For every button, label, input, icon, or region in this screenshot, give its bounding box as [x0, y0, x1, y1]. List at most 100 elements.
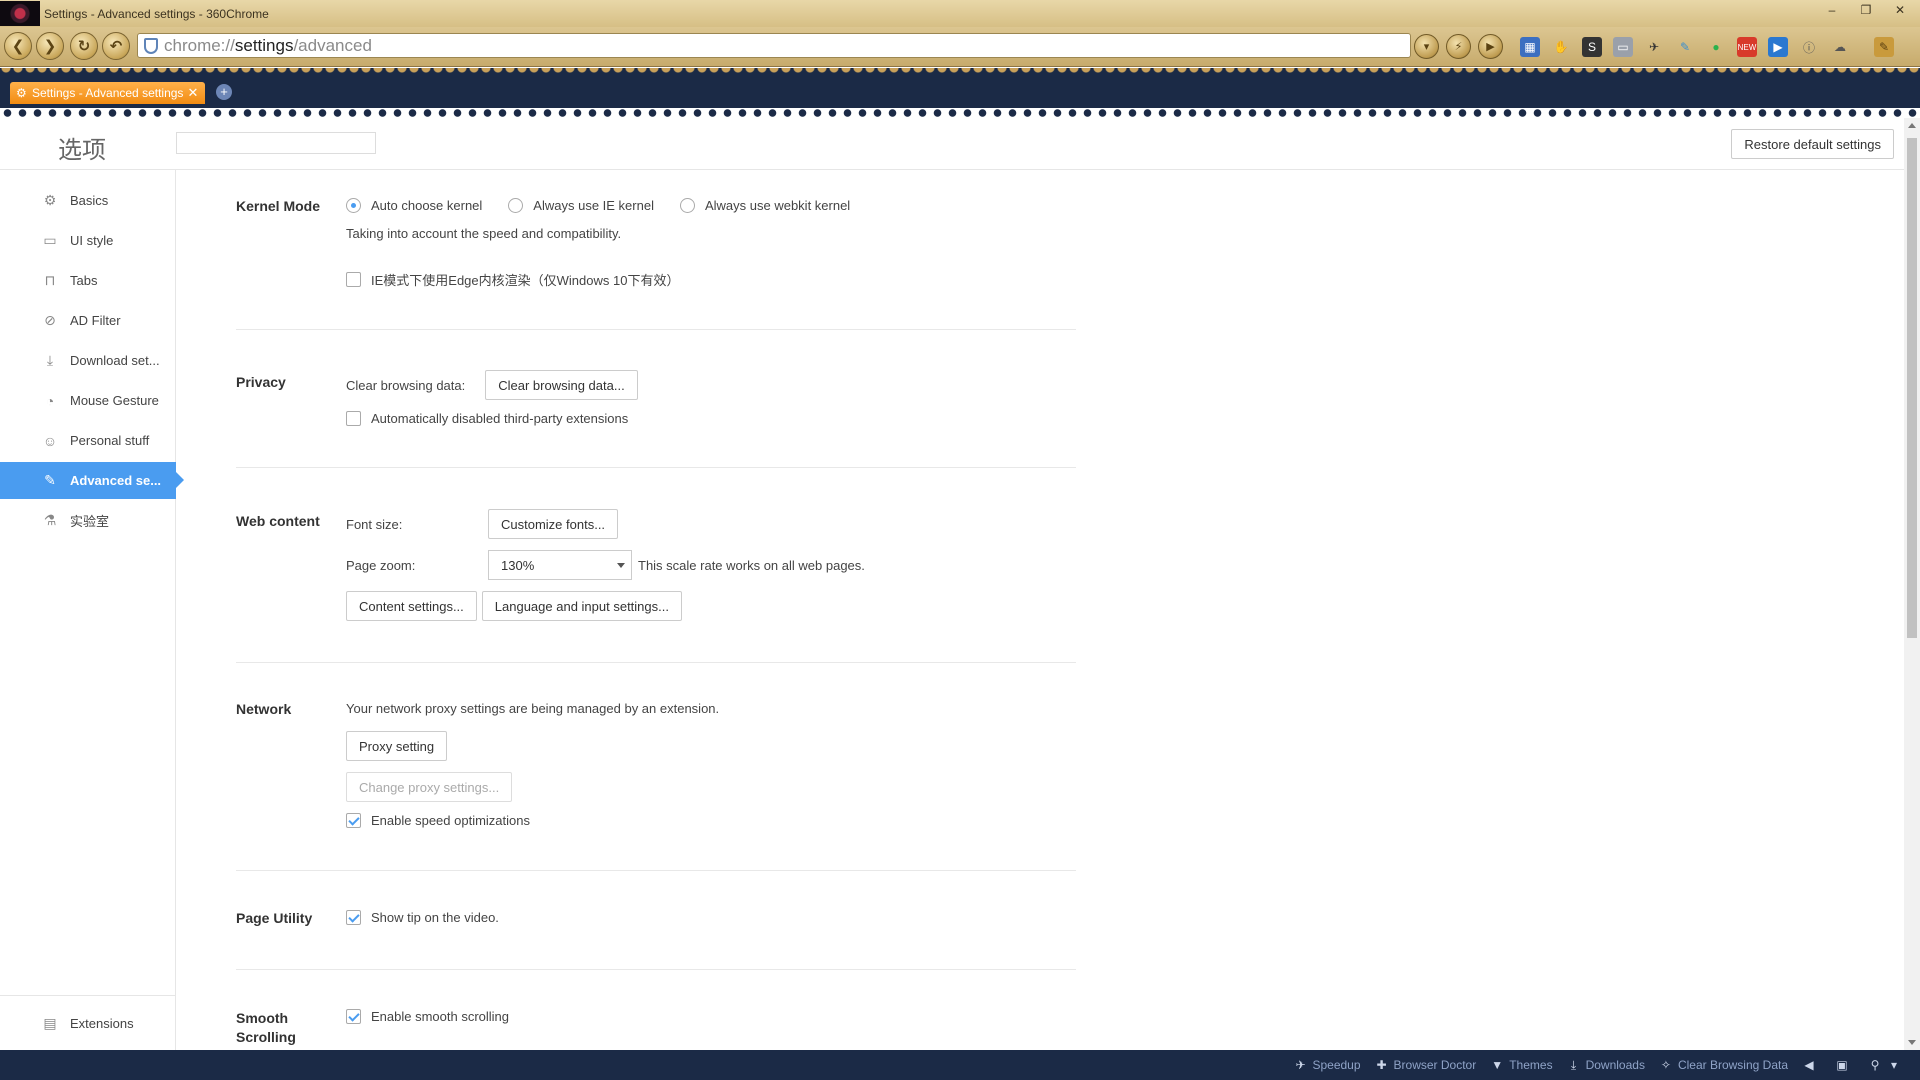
sidebar-item-mouse-gesture[interactable]: ◔ Mouse Gesture	[0, 382, 176, 419]
radio-label: Always use webkit kernel	[704, 198, 851, 213]
status-browser-doctor[interactable]: ✚ Browser Doctor	[1375, 1058, 1477, 1072]
mouse-gesture-icon[interactable]: ✋	[1551, 37, 1571, 57]
speed-optimization-checkbox[interactable]	[346, 813, 361, 828]
language-settings-button[interactable]: Language and input settings...	[481, 591, 682, 621]
close-icon[interactable]: ✕	[185, 85, 201, 101]
radio-auto-kernel[interactable]	[346, 198, 361, 213]
sidebar-item-label: Basics	[70, 193, 109, 208]
screen-icon[interactable]: ▭	[1613, 37, 1633, 57]
person-icon: ☺	[42, 432, 58, 449]
video-tip-checkbox[interactable]	[346, 910, 361, 925]
sidebar-item-basics[interactable]: ⚙ Basics	[0, 182, 176, 219]
sidebar-item-label: Extensions	[70, 1016, 134, 1031]
restore-defaults-button[interactable]: Restore default settings	[1731, 129, 1894, 159]
settings-page: 选项 Restore default settings ⚙ Basics ▭ U…	[0, 118, 1904, 1050]
edge-render-option: IE模式下使用Edge内核渲染（仅Windows 10下有效）	[346, 270, 679, 289]
forward-button[interactable]: ❯	[36, 32, 64, 60]
restore-window-button[interactable]: ❐	[1856, 3, 1876, 17]
edge-render-checkbox[interactable]	[346, 272, 361, 287]
sidebar-item-extensions[interactable]: ▤ Extensions	[0, 1005, 176, 1042]
apps-grid-icon[interactable]: ▦	[1520, 37, 1540, 57]
search-input[interactable]	[176, 132, 376, 154]
change-proxy-button[interactable]: Change proxy settings...	[346, 772, 513, 802]
status-zoom[interactable]: ⚲ ▾	[1868, 1058, 1906, 1072]
status-label: Speedup	[1312, 1058, 1361, 1072]
sidebar-item-label: UI style	[70, 233, 114, 248]
minimize-button[interactable]: –	[1822, 3, 1842, 17]
vertical-scrollbar[interactable]	[1904, 118, 1920, 1050]
status-bar: ✈ Speedup ✚ Browser Doctor ▼ Themes ⤓ Do…	[0, 1050, 1920, 1080]
sidebar-item-ad-filter[interactable]: ⊘ AD Filter	[0, 302, 176, 339]
go-button[interactable]: ▶	[1478, 34, 1503, 59]
sidebar-item-label: Mouse Gesture	[70, 393, 159, 408]
proxy-setting-button[interactable]: Proxy setting	[346, 731, 448, 761]
settings-wrench-icon[interactable]: ✎	[1874, 37, 1894, 57]
status-volume[interactable]: ◀	[1802, 1058, 1821, 1072]
status-clear-data[interactable]: ✧ Clear Browsing Data	[1659, 1058, 1788, 1072]
checkbox-label: Show tip on the video.	[371, 910, 499, 925]
scroll-up-icon[interactable]	[1908, 123, 1916, 128]
checkbox-label: IE模式下使用Edge内核渲染（仅Windows 10下有效）	[371, 273, 680, 288]
medical-icon: ✚	[1376, 1058, 1387, 1072]
status-themes[interactable]: ▼ Themes	[1490, 1058, 1552, 1072]
s-extension-icon[interactable]: S	[1582, 37, 1602, 57]
checkbox-label: Automatically disabled third-party exten…	[371, 411, 629, 426]
tab-settings[interactable]: ⚙ Settings - Advanced settings ✕	[10, 82, 205, 104]
undo-icon: ↶	[109, 38, 123, 55]
status-speedup[interactable]: ✈ Speedup	[1293, 1058, 1360, 1072]
divider	[236, 969, 1076, 970]
video-icon[interactable]: ▶	[1768, 37, 1788, 57]
new-tab-button[interactable]: +	[216, 84, 232, 100]
section-network: Network	[236, 701, 292, 717]
plane-icon[interactable]: ✈	[1644, 37, 1664, 57]
lightning-button[interactable]: ⚡	[1446, 34, 1471, 59]
font-size-row: Font size: Customize fonts...	[346, 509, 619, 539]
status-label: Downloads	[1585, 1058, 1645, 1072]
chevron-down-icon	[617, 563, 625, 568]
download-icon: ⤓	[46, 352, 54, 368]
sidebar-item-ui-style[interactable]: ▭ UI style	[0, 222, 176, 259]
translate-icon[interactable]: ✎	[1675, 37, 1695, 57]
address-bar[interactable]: chrome://settings/advanced	[137, 33, 1411, 58]
mouse-icon: ◔	[45, 392, 55, 409]
scroll-thumb[interactable]	[1907, 138, 1917, 638]
sidebar-item-tabs[interactable]: ⊓ Tabs	[0, 262, 176, 299]
back-button[interactable]: ❮	[4, 32, 32, 60]
tab-icon: ⊓	[44, 272, 56, 288]
android-icon[interactable]: ●	[1706, 37, 1726, 57]
page-zoom-select[interactable]: 130%	[488, 550, 632, 580]
clear-browsing-data-button[interactable]: Clear browsing data...	[485, 370, 638, 400]
sidebar-item-advanced[interactable]: ✎ Advanced se...	[0, 462, 184, 499]
sidebar: ⚙ Basics ▭ UI style ⊓ Tabs ⊘ AD Filter ⤓…	[0, 170, 184, 1050]
customize-fonts-button[interactable]: Customize fonts...	[488, 509, 619, 539]
new-badge-icon[interactable]: NEW	[1737, 37, 1757, 57]
kernel-hint: Taking into account the speed and compat…	[346, 226, 621, 241]
window-icon: ▣	[1836, 1058, 1848, 1072]
smooth-scrolling-checkbox[interactable]	[346, 1009, 361, 1024]
cloud-icon[interactable]: ☁	[1830, 37, 1850, 57]
checkbox-label: Enable speed optimizations	[371, 813, 530, 828]
dropdown-history-button[interactable]: ▾	[1414, 34, 1439, 59]
status-downloads[interactable]: ⤓ Downloads	[1567, 1058, 1645, 1072]
clear-data-label: Clear browsing data:	[346, 377, 466, 393]
shield-icon[interactable]	[144, 37, 158, 54]
smooth-scrolling-option: Enable smooth scrolling	[346, 1009, 509, 1024]
radio-ie-kernel[interactable]	[508, 198, 524, 213]
scroll-down-icon[interactable]	[1908, 1040, 1916, 1045]
reload-button[interactable]: ↻	[70, 32, 98, 60]
sidebar-item-label: AD Filter	[70, 313, 121, 328]
radio-label: Auto choose kernel	[371, 198, 483, 213]
content-settings-button[interactable]: Content settings...	[346, 591, 477, 621]
status-window[interactable]: ▣	[1835, 1058, 1854, 1072]
info-icon[interactable]: ⓘ	[1799, 37, 1819, 57]
close-window-button[interactable]: ✕	[1890, 3, 1910, 17]
sidebar-item-download[interactable]: ⤓ Download set...	[0, 342, 176, 379]
undo-close-button[interactable]: ↶	[102, 32, 130, 60]
zoom-hint: This scale rate works on all web pages.	[638, 557, 865, 573]
sidebar-item-lab[interactable]: ⚗ 实验室	[0, 502, 176, 539]
sidebar-item-label: Download set...	[70, 353, 160, 368]
radio-webkit-kernel[interactable]	[679, 198, 695, 213]
sidebar-item-personal-stuff[interactable]: ☺ Personal stuff	[0, 422, 176, 459]
disable-extensions-checkbox[interactable]	[346, 411, 361, 426]
app-logo[interactable]	[0, 1, 40, 26]
